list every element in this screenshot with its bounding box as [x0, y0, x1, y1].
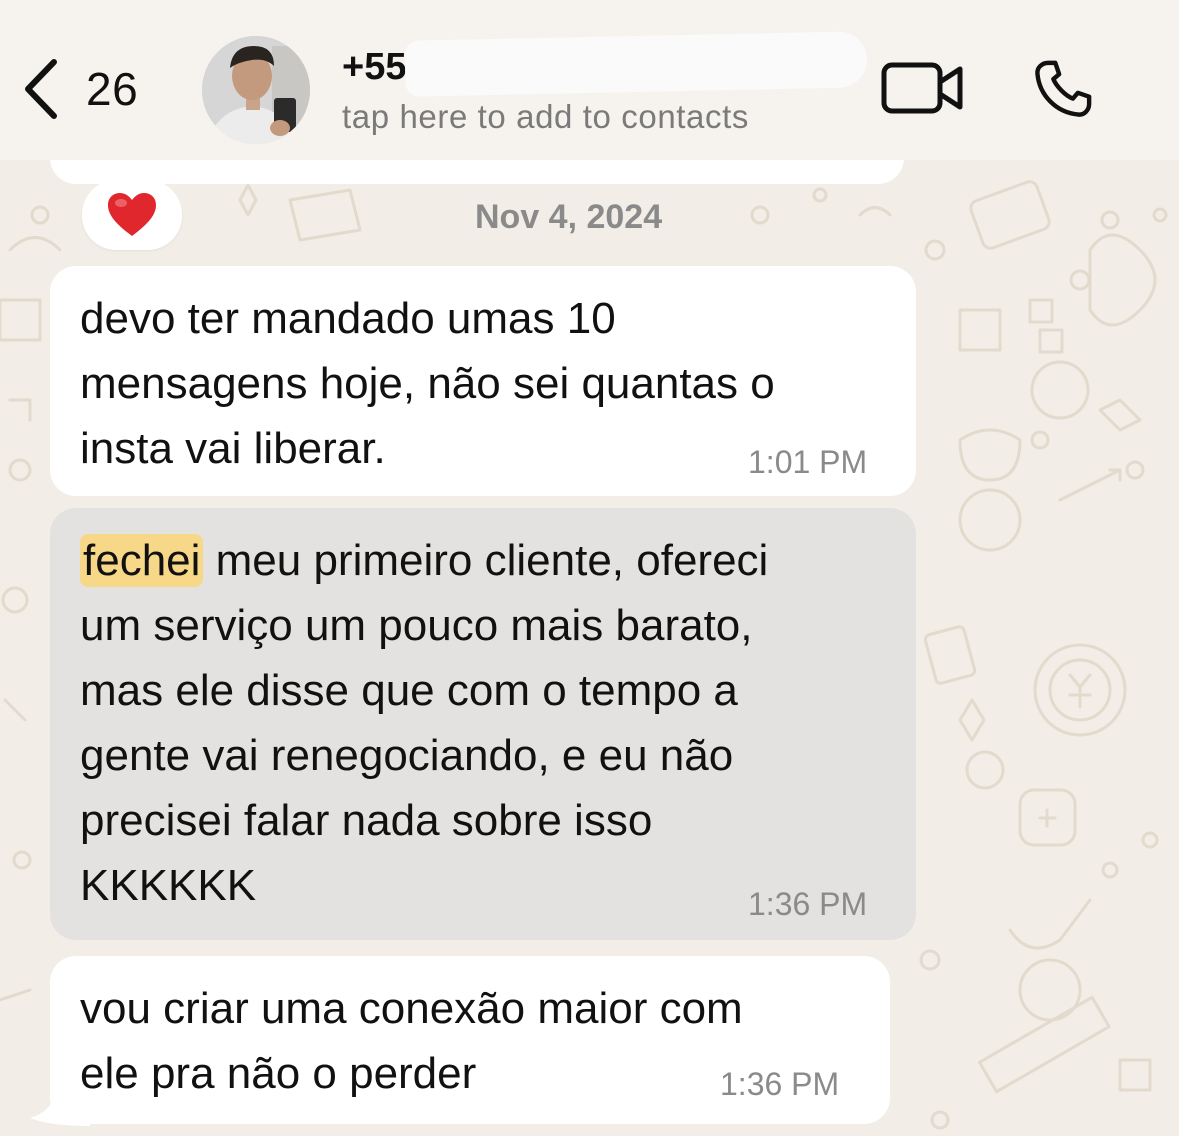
- chat-header: 26 +55 tap here to add to contacts: [0, 0, 1179, 160]
- message-text: devo ter mandado umas 10 mensagens hoje,…: [80, 294, 775, 473]
- message-timestamp: 1:01 PM: [748, 444, 868, 480]
- search-highlight: fechei: [80, 534, 204, 587]
- unread-count: 26: [86, 63, 139, 115]
- message-text: vou criar uma conexão maior com ele pra …: [80, 984, 743, 1098]
- date-separator: Nov 4, 2024: [475, 198, 663, 236]
- avatar[interactable]: [202, 36, 310, 144]
- contact-phone-number[interactable]: +55: [342, 46, 406, 89]
- message-bubble-selected[interactable]: fechei meu primeiro cliente, ofereci um …: [50, 508, 916, 940]
- video-call-button[interactable]: [880, 60, 966, 121]
- message-text: fechei meu primeiro cliente, ofereci um …: [80, 534, 769, 910]
- heart-icon: [108, 193, 156, 236]
- avatar-photo: [202, 36, 310, 144]
- redaction-mark: [404, 31, 868, 97]
- back-button[interactable]: 26: [22, 58, 138, 120]
- heart-reaction[interactable]: [82, 180, 182, 250]
- video-camera-icon: [881, 62, 963, 114]
- message-timestamp: 1:36 PM: [748, 886, 868, 922]
- phone-icon: [1035, 60, 1092, 117]
- voice-call-button[interactable]: [1030, 56, 1096, 127]
- add-to-contacts-hint[interactable]: tap here to add to contacts: [342, 98, 749, 136]
- message-bubble[interactable]: vou criar uma conexão maior com ele pra …: [50, 956, 890, 1124]
- message-timestamp: 1:36 PM: [720, 1066, 840, 1102]
- message-bubble[interactable]: devo ter mandado umas 10 mensagens hoje,…: [50, 266, 916, 496]
- chevron-left-icon: [25, 59, 57, 119]
